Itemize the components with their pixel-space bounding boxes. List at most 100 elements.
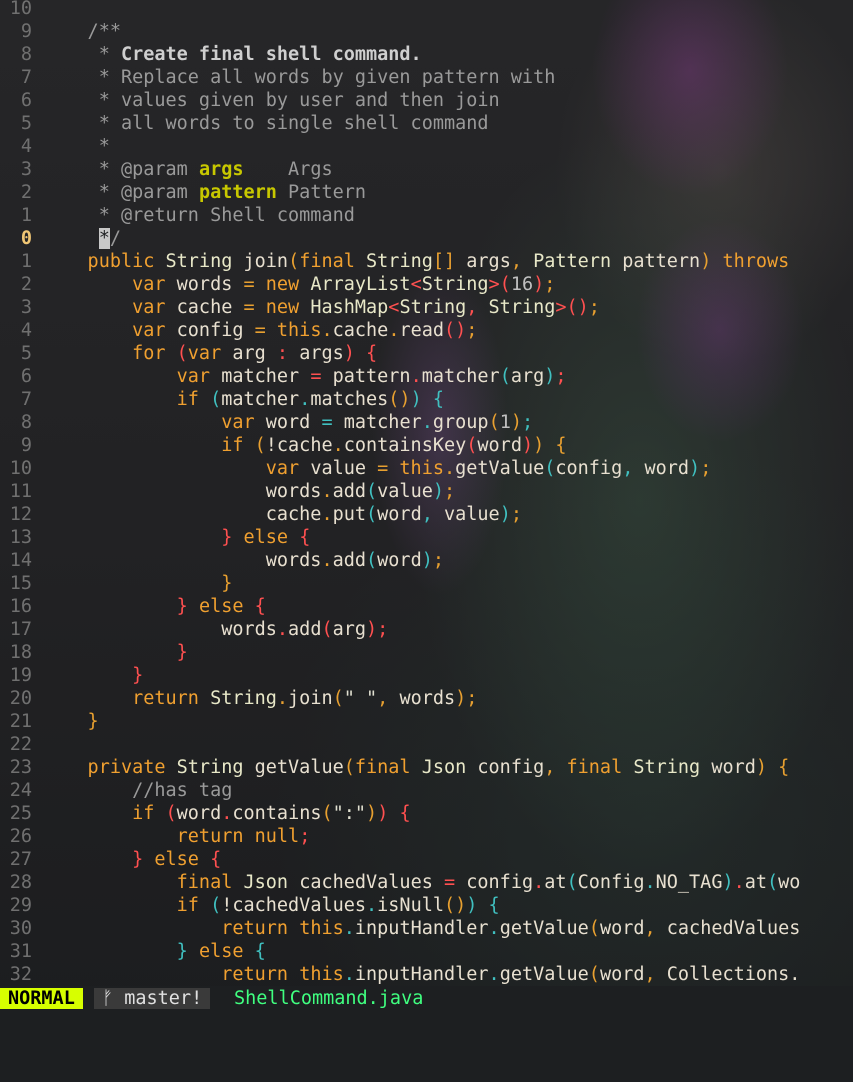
code-token: , [644, 918, 667, 939]
code-line[interactable]: 4 var config = this.cache.read(); [0, 319, 853, 342]
code-line[interactable]: 4 * [0, 135, 853, 158]
line-number: 4 [20, 320, 32, 341]
code-token: String [633, 757, 712, 778]
code-line[interactable]: 17 words.add(arg); [0, 618, 853, 641]
code-token: String [421, 274, 489, 295]
code-line[interactable]: 3 var cache = new HashMap<String, String… [0, 296, 853, 319]
code-token: ; [700, 458, 712, 479]
code-line[interactable]: 31 } else { [0, 940, 853, 963]
code-text: final Json cachedValues = config.at(Conf… [43, 871, 801, 894]
code-line[interactable]: 21 } [0, 710, 853, 733]
code-line[interactable]: 12 cache.put(word, value); [0, 503, 853, 526]
code-line[interactable]: 9 /** [0, 20, 853, 43]
code-line[interactable]: 2 var words = new ArrayList<String>(16); [0, 273, 853, 296]
code-line[interactable]: 27 } else { [0, 848, 853, 871]
code-line[interactable]: 15 } [0, 572, 853, 595]
code-token: else [198, 596, 255, 617]
line-number: 6 [20, 90, 32, 111]
code-token: pattern [332, 366, 411, 387]
code-token: { [210, 849, 222, 870]
code-text: } else { [43, 848, 221, 871]
code-line[interactable]: 28 final Json cachedValues = config.at(C… [0, 871, 853, 894]
code-token: var [43, 458, 311, 479]
code-token: return [43, 964, 300, 985]
code-line[interactable]: 7 if (matcher.matches()) { [0, 388, 853, 411]
code-token: ( [588, 918, 600, 939]
code-token: . [276, 619, 289, 640]
code-token: arg [510, 366, 545, 387]
code-token: ( [488, 412, 500, 433]
line-number: 3 [20, 159, 32, 180]
code-line[interactable]: 25 if (word.contains(":")) { [0, 802, 853, 825]
code-line[interactable]: 5 * all words to single shell command [0, 112, 853, 135]
code-line[interactable]: 19 } [0, 664, 853, 687]
code-line[interactable]: 1 * @return Shell command [0, 204, 853, 227]
code-text: if (matcher.matches()) { [43, 388, 444, 411]
mode-indicator: NORMAL [0, 988, 83, 1009]
code-token: isNull [377, 895, 444, 916]
code-token: . [321, 481, 333, 502]
code-line[interactable]: 24 //has tag [0, 779, 853, 802]
code-text: } [43, 572, 232, 595]
code-token: ( [332, 688, 344, 709]
code-line[interactable]: 9 if (!cache.containsKey(word)) { [0, 434, 853, 457]
code-line[interactable]: 8 * Create final shell command. [0, 43, 853, 66]
branch-icon: ᚠ [102, 988, 114, 1009]
code-token: ; [555, 366, 567, 387]
code-line[interactable]: 6 var matcher = pattern.matcher(arg); [0, 365, 853, 388]
code-line[interactable]: 10 var value = this.getValue(config, wor… [0, 457, 853, 480]
code-line[interactable]: 30 return this.inputHandler.getValue(wor… [0, 917, 853, 940]
code-token: public [43, 251, 166, 272]
command-line[interactable] [0, 1010, 853, 1021]
code-line[interactable]: 11 words.add(value); [0, 480, 853, 503]
code-token: ArrayList [310, 274, 411, 295]
code-text: private String getValue(final Json confi… [43, 756, 790, 779]
line-number: 1 [20, 251, 32, 272]
code-token: } [43, 941, 199, 962]
code-token: } [43, 573, 233, 594]
code-line[interactable]: 16 } else { [0, 595, 853, 618]
code-line[interactable]: 23 private String getValue(final Json co… [0, 756, 853, 779]
code-token: matches [310, 389, 389, 410]
code-token: Collections. [666, 964, 801, 985]
code-token: ( [566, 872, 578, 893]
code-line[interactable]: 18 } [0, 641, 853, 664]
code-line[interactable]: 10 [0, 0, 853, 20]
code-token: HashMap [310, 297, 389, 318]
code-token: word [377, 550, 422, 571]
code-token: ) [544, 366, 556, 387]
code-token: this [276, 320, 322, 341]
code-token: ) [689, 458, 701, 479]
line-number: 6 [20, 366, 32, 387]
code-line[interactable]: 2 * @param pattern Pattern [0, 181, 853, 204]
code-line[interactable]: 26 return null; [0, 825, 853, 848]
code-line[interactable]: 14 words.add(word); [0, 549, 853, 572]
code-text: var cache = new HashMap<String, String>(… [43, 296, 600, 319]
code-line[interactable]: 22 [0, 733, 853, 756]
line-number: 16 [9, 596, 32, 617]
code-text: cache.put(word, value); [43, 503, 522, 526]
code-token: getValue [499, 918, 589, 939]
code-token: . [321, 320, 333, 341]
code-line[interactable]: 5 for (var arg : args) { [0, 342, 853, 365]
code-line[interactable]: 20 return String.join(" ", words); [0, 687, 853, 710]
code-token: args [299, 343, 344, 364]
code-token: } [43, 596, 199, 617]
code-editor[interactable]: 10 9 /** 8 * Create final shell command. 7 … [0, 0, 853, 986]
code-line[interactable]: 13 } else { [0, 526, 853, 549]
line-number: 4 [20, 136, 32, 157]
code-line[interactable]: 1 public String join(final String[] args… [0, 250, 853, 273]
line-number: 5 [20, 113, 32, 134]
code-line[interactable]: 8 var word = matcher.group(1); [0, 411, 853, 434]
code-line[interactable]: 32 return this.inputHandler.getValue(wor… [0, 963, 853, 986]
code-line[interactable]: 3 * @param args Args [0, 158, 853, 181]
code-token: word [599, 918, 645, 939]
line-number: 26 [9, 826, 32, 847]
code-token: ( [321, 803, 333, 824]
code-line[interactable]: 7 * Replace all words by given pattern w… [0, 66, 853, 89]
code-token: var [43, 320, 177, 341]
line-number: 5 [20, 343, 32, 364]
code-line[interactable]: 29 if (!cachedValues.isNull()) { [0, 894, 853, 917]
code-line[interactable]: 0 */ [0, 227, 853, 250]
code-line[interactable]: 6 * values given by user and then join [0, 89, 853, 112]
